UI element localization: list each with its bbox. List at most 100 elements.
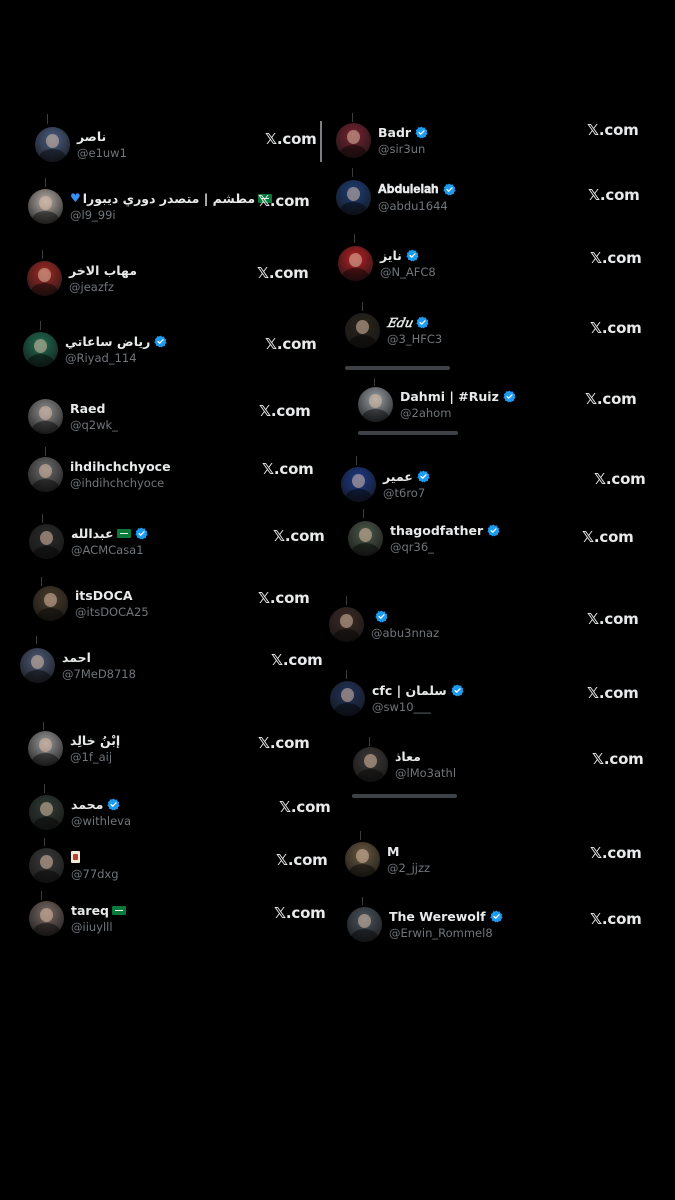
x-com-link[interactable]: 𝕏.com xyxy=(271,651,323,669)
x-com-link[interactable]: 𝕏.com xyxy=(258,734,310,752)
display-name[interactable]: محمد xyxy=(71,797,103,812)
x-com-link[interactable]: 𝕏.com xyxy=(259,402,311,420)
display-name[interactable]: M xyxy=(387,844,399,859)
x-com-link[interactable]: 𝕏.com xyxy=(273,527,325,545)
display-name[interactable]: cfc | سلمان xyxy=(372,683,447,698)
display-name[interactable]: مطشم | متصدر دوري ديبورا xyxy=(83,191,255,206)
username-handle[interactable]: @abdu1644 xyxy=(378,198,456,214)
x-com-link[interactable]: 𝕏.com xyxy=(592,750,644,768)
display-name[interactable]: tareq xyxy=(71,903,109,918)
username-handle[interactable]: @ihdihchchyoce xyxy=(70,475,171,491)
username-handle[interactable]: @withleva xyxy=(71,813,131,829)
username-handle[interactable]: @7MeD8718 xyxy=(62,666,136,682)
username-handle[interactable]: @t6ro7 xyxy=(383,485,430,501)
display-name[interactable]: مهاب الاخر xyxy=(69,263,137,278)
profile-avatar[interactable] xyxy=(20,648,55,683)
profile-avatar[interactable] xyxy=(29,901,64,936)
x-com-link[interactable]: 𝕏.com xyxy=(582,528,634,546)
username-handle[interactable]: @3_HFC3 xyxy=(387,331,442,347)
profile-avatar[interactable] xyxy=(29,524,64,559)
username-handle[interactable]: @abu3nnaz xyxy=(371,625,439,641)
username-handle[interactable]: @l9_99i xyxy=(70,207,272,223)
profile-avatar[interactable] xyxy=(341,467,376,502)
x-com-link[interactable]: 𝕏.com xyxy=(590,910,642,928)
display-name[interactable]: Raed xyxy=(70,401,106,416)
username-handle[interactable]: @Erwin_Rommel8 xyxy=(389,925,503,941)
username-handle[interactable]: @77dxg xyxy=(71,866,119,882)
x-com-link[interactable]: 𝕏.com xyxy=(276,851,328,869)
profile-avatar[interactable] xyxy=(29,848,64,883)
x-com-link[interactable]: 𝕏.com xyxy=(262,460,314,478)
username-handle[interactable]: @sir3un xyxy=(378,141,428,157)
profile-avatar[interactable] xyxy=(23,332,58,367)
profile-avatar[interactable] xyxy=(336,180,371,215)
profile-avatar[interactable] xyxy=(35,127,70,162)
display-name[interactable]: معاذ xyxy=(395,749,421,764)
x-com-link[interactable]: 𝕏.com xyxy=(588,186,640,204)
display-name[interactable]: thagodfather xyxy=(390,523,483,538)
display-name[interactable]: رياض ساعاتي xyxy=(65,334,150,349)
profile-avatar[interactable] xyxy=(28,457,63,492)
username-handle[interactable]: @N_AFC8 xyxy=(380,264,436,280)
display-name[interactable]: Badr xyxy=(378,125,411,140)
x-com-link[interactable]: 𝕏.com xyxy=(258,589,310,607)
username-handle[interactable]: @iiuylll xyxy=(71,919,126,935)
profile-avatar[interactable] xyxy=(329,607,364,642)
profile-avatar[interactable] xyxy=(29,795,64,830)
profile-avatar[interactable] xyxy=(358,387,393,422)
profile-avatar[interactable] xyxy=(27,261,62,296)
username-handle[interactable]: @ACMCasa1 xyxy=(71,542,148,558)
profile-avatar[interactable] xyxy=(28,399,63,434)
x-com-link[interactable]: 𝕏.com xyxy=(590,319,642,337)
profile-avatar[interactable] xyxy=(345,842,380,877)
display-name[interactable]: ناصر xyxy=(77,129,106,144)
username-handle[interactable]: @jeazfz xyxy=(69,279,137,295)
profile-avatar[interactable] xyxy=(345,313,380,348)
display-name[interactable]: itsDOCA xyxy=(75,588,133,603)
display-name[interactable]: 𝐀𝐛𝐝𝐮𝐥𝐞𝐥𝐚𝐡 xyxy=(378,181,439,197)
profile-avatar[interactable] xyxy=(348,521,383,556)
x-com-link[interactable]: 𝕏.com xyxy=(587,121,639,139)
username-handle[interactable]: @Riyad_114 xyxy=(65,350,167,366)
profile-avatar[interactable] xyxy=(353,747,388,782)
username-handle[interactable]: @e1uw1 xyxy=(77,145,127,161)
x-com-link[interactable]: 𝕏.com xyxy=(590,844,642,862)
username-handle[interactable]: @1f_aij xyxy=(70,749,120,765)
x-com-link[interactable]: 𝕏.com xyxy=(587,684,639,702)
display-name[interactable]: 𝐸𝑑𝑢 xyxy=(387,315,412,330)
display-name[interactable]: عبدالله xyxy=(71,526,114,541)
profile-info: ناصر @e1uw1 xyxy=(77,127,127,161)
x-com-link[interactable]: 𝕏.com xyxy=(587,610,639,628)
username-handle[interactable]: @sw10___ xyxy=(372,699,464,715)
profile-avatar[interactable] xyxy=(336,123,371,158)
profile-avatar[interactable] xyxy=(33,586,68,621)
profile-avatar[interactable] xyxy=(347,907,382,942)
x-com-link[interactable]: 𝕏.com xyxy=(258,192,310,210)
username-handle[interactable]: @itsDOCA25 xyxy=(75,604,149,620)
username-handle[interactable]: @qr36_ xyxy=(390,539,500,555)
x-com-link[interactable]: 𝕏.com xyxy=(279,798,331,816)
display-name[interactable]: Dahmi | #Ruiz xyxy=(400,389,499,404)
avatar-face-shape xyxy=(359,528,372,542)
profile-avatar[interactable] xyxy=(338,246,373,281)
display-name[interactable]: عمير xyxy=(383,469,413,484)
display-name[interactable]: احمد xyxy=(62,650,91,665)
x-com-link[interactable]: 𝕏.com xyxy=(594,470,646,488)
x-com-link[interactable]: 𝕏.com xyxy=(274,904,326,922)
profile-avatar[interactable] xyxy=(330,681,365,716)
display-name[interactable]: إبْنُ خالِد xyxy=(70,733,120,748)
display-name[interactable]: ihdihchchyoce xyxy=(70,459,171,474)
display-name[interactable]: نايز xyxy=(380,248,402,263)
username-handle[interactable]: @2ahom xyxy=(400,405,516,421)
profile-avatar[interactable] xyxy=(28,731,63,766)
display-name[interactable]: The Werewolf xyxy=(389,909,486,924)
username-handle[interactable]: @lMo3athl xyxy=(395,765,456,781)
x-com-link[interactable]: 𝕏.com xyxy=(585,390,637,408)
x-com-link[interactable]: 𝕏.com xyxy=(257,264,309,282)
profile-avatar[interactable] xyxy=(28,189,63,224)
x-com-link[interactable]: 𝕏.com xyxy=(265,335,317,353)
x-com-link[interactable]: 𝕏.com xyxy=(265,130,317,148)
x-com-link[interactable]: 𝕏.com xyxy=(590,249,642,267)
username-handle[interactable]: @q2wk_ xyxy=(70,417,118,433)
username-handle[interactable]: @2_jjzz xyxy=(387,860,430,876)
